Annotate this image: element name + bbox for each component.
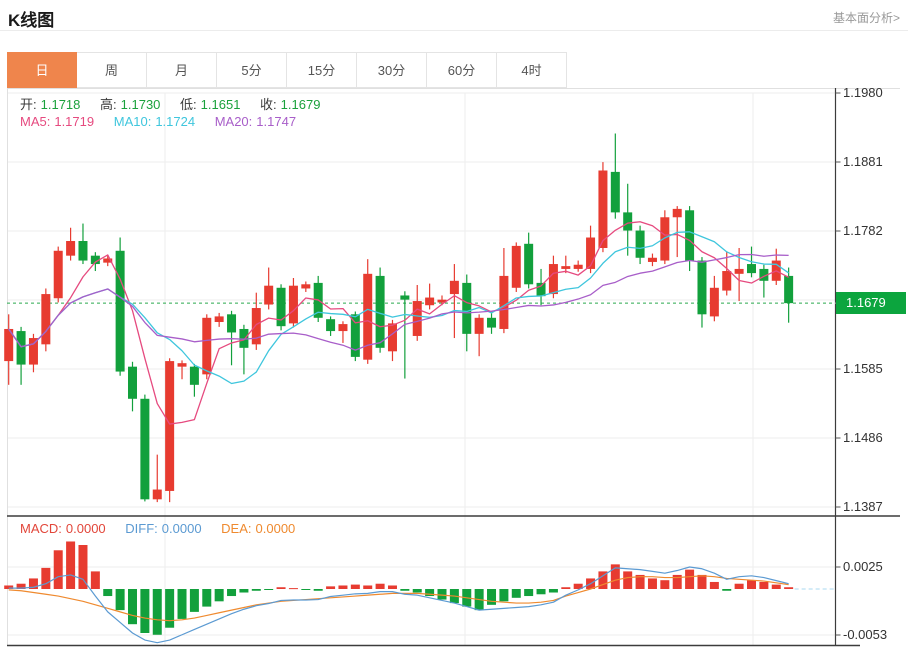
dea-label: DEA: <box>221 521 251 536</box>
diff-value: 0.0000 <box>162 521 202 536</box>
macd-row: MACD: 0.0000 DIFF: 0.0000 DEA: 0.0000 <box>20 521 299 536</box>
diff-label: DIFF: <box>125 521 158 536</box>
macd-label: MACD: <box>20 521 62 536</box>
fundamental-analysis-link[interactable]: 基本面分析> <box>833 9 900 26</box>
current-price-tag: 1.1679 <box>836 292 906 314</box>
ma-row: MA5: 1.1719 MA10:1.1724 MA20:1.1747 <box>20 114 300 129</box>
ma5-value: 1.1719 <box>54 114 94 129</box>
tab-week[interactable]: 周 <box>77 52 147 88</box>
low-value: 1.1651 <box>201 97 241 112</box>
tab-day[interactable]: 日 <box>7 52 77 88</box>
macd-axis-label: -0.0053 <box>843 627 905 643</box>
close-label: 收: <box>260 97 277 112</box>
ma10-value: 1.1724 <box>155 114 195 129</box>
interval-tabbar: 日 周 月 5分 15分 30分 60分 4时 <box>7 52 567 88</box>
y-axis-label: 1.1782 <box>843 223 905 239</box>
tab-30min[interactable]: 30分 <box>357 52 427 88</box>
open-value: 1.1718 <box>41 97 81 112</box>
y-axis-label: 1.1881 <box>843 154 905 170</box>
header-divider <box>0 30 908 31</box>
ma20-value: 1.1747 <box>256 114 296 129</box>
dea-value: 0.0000 <box>256 521 296 536</box>
macd-axis-label: 0.0025 <box>843 559 905 575</box>
tab-month[interactable]: 月 <box>147 52 217 88</box>
low-label: 低: <box>180 97 197 112</box>
high-value: 1.1730 <box>121 97 161 112</box>
tab-60min[interactable]: 60分 <box>427 52 497 88</box>
close-value: 1.1679 <box>281 97 321 112</box>
macd-value: 0.0000 <box>66 521 106 536</box>
high-label: 高: <box>100 97 117 112</box>
kline-chart-svg[interactable] <box>0 88 908 652</box>
y-axis-label: 1.1387 <box>843 499 905 515</box>
ma5-label: MA5: <box>20 114 50 129</box>
y-axis-label: 1.1486 <box>843 430 905 446</box>
tab-5min[interactable]: 5分 <box>217 52 287 88</box>
y-axis-label: 1.1585 <box>843 361 905 377</box>
tab-15min[interactable]: 15分 <box>287 52 357 88</box>
ohlc-row: 开: 1.1718 高: 1.1730 低: 1.1651 收: 1.1679 <box>20 94 324 113</box>
ma20-label: MA20: <box>215 114 253 129</box>
y-axis-label: 1.1980 <box>843 85 905 101</box>
page-title: K线图 <box>8 6 54 31</box>
open-label: 开: <box>20 97 37 112</box>
tab-4hour[interactable]: 4时 <box>497 52 567 88</box>
ma10-label: MA10: <box>114 114 152 129</box>
